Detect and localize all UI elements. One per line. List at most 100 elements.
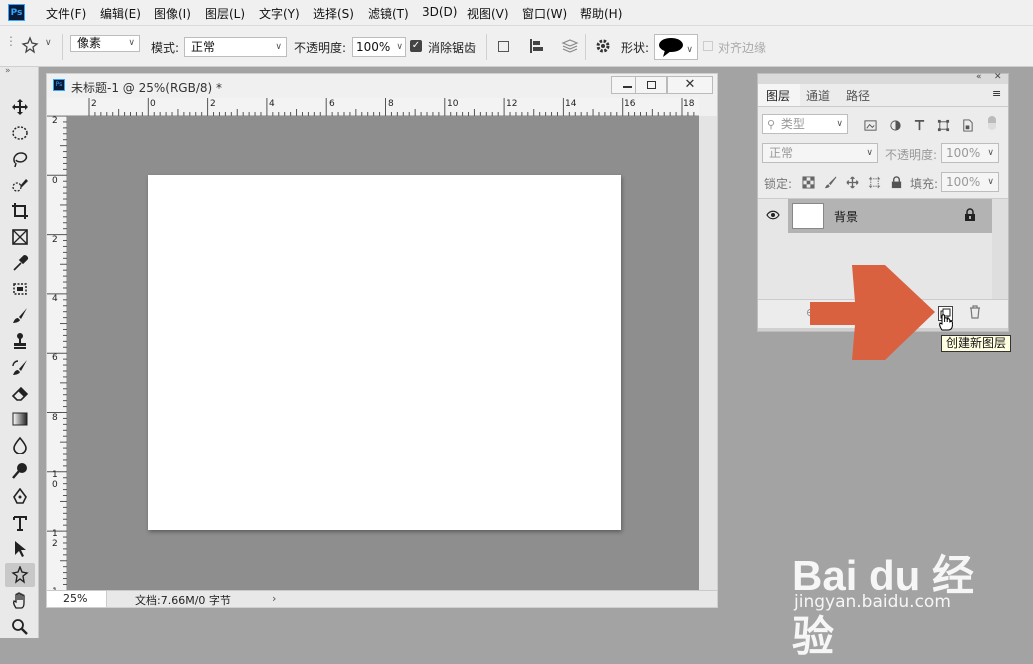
move-tool-icon[interactable] — [5, 95, 35, 119]
tab-paths[interactable]: 路径 — [846, 87, 870, 104]
layer-thumbnail — [792, 203, 824, 229]
menu-help[interactable]: 帮助(H) — [580, 5, 622, 22]
menu-type[interactable]: 文字(Y) — [259, 5, 300, 22]
frame-tool-icon[interactable] — [5, 225, 35, 249]
history-brush-icon[interactable] — [5, 355, 35, 379]
lock-pixels-icon[interactable] — [823, 175, 837, 189]
menu-3d[interactable]: 3D(D) — [422, 5, 457, 19]
tooltip: 创建新图层 — [941, 335, 1012, 352]
lock-position-icon[interactable] — [845, 175, 859, 189]
patch-tool-icon[interactable] — [5, 277, 35, 301]
vertical-ruler: 2 0 2 4 6 8 1 0 1 2 1 4 — [47, 116, 67, 607]
gear-icon[interactable] — [595, 38, 611, 57]
eyedropper-icon[interactable] — [5, 251, 35, 275]
menu-layer[interactable]: 图层(L) — [205, 5, 245, 22]
layer-opacity-label: 不透明度: — [885, 148, 938, 162]
layer-opacity-input[interactable]: 100% ∨ — [941, 143, 999, 163]
adjustment-filter-icon[interactable] — [888, 118, 902, 132]
panel-menu-icon[interactable]: ≡ — [992, 87, 1001, 100]
tool-mode-select[interactable]: 像素 ∨ — [70, 35, 140, 52]
eraser-icon[interactable] — [5, 381, 35, 405]
custom-shape-icon[interactable] — [5, 563, 35, 587]
lock-artboard-icon[interactable] — [867, 175, 881, 189]
marquee-tool-icon[interactable] — [5, 121, 35, 145]
collapse-panel-icon[interactable]: « — [976, 72, 982, 82]
maximize-button[interactable] — [635, 76, 667, 94]
zoom-tool-icon[interactable] — [5, 615, 35, 639]
grip-icon: ⋮ — [5, 34, 17, 48]
document-info[interactable]: 文档:7.66M/0 字节 — [135, 592, 231, 608]
opacity-input[interactable]: 100% ∨ — [352, 37, 406, 57]
layer-blend-mode-select[interactable]: 正常 ∨ — [762, 143, 878, 163]
menu-view[interactable]: 视图(V) — [467, 5, 509, 22]
tab-channels[interactable]: 通道 — [806, 87, 830, 104]
stamp-tool-icon[interactable] — [5, 329, 35, 353]
custom-shape-preset-icon[interactable] — [20, 36, 40, 57]
tab-layers[interactable]: 图层 — [766, 87, 790, 104]
panel-header[interactable]: « ✕ — [758, 72, 1008, 84]
align-edges-checkbox[interactable] — [703, 41, 713, 51]
lasso-tool-icon[interactable] — [5, 147, 35, 171]
watermark-url: jingyan.baidu.com — [794, 592, 951, 612]
layer-filter-select[interactable]: ⚲ 类型 ∨ — [762, 114, 848, 134]
path-alignment-icon[interactable] — [529, 38, 545, 57]
document-tab[interactable]: Ps 未标题-1 @ 25%(RGB/8) * ✕ — [47, 74, 717, 98]
divider — [62, 34, 63, 60]
menu-image[interactable]: 图像(I) — [154, 5, 191, 22]
chevron-right-icon[interactable]: › — [272, 592, 276, 605]
blur-icon[interactable] — [5, 433, 35, 457]
opacity-label: 不透明度: — [294, 41, 347, 55]
menu-edit[interactable]: 编辑(E) — [100, 5, 141, 22]
pixel-filter-icon[interactable] — [863, 118, 877, 132]
shape-filter-icon[interactable] — [936, 118, 950, 132]
type-tool-icon[interactable] — [5, 511, 35, 535]
type-filter-icon[interactable] — [912, 118, 926, 132]
lock-transparent-icon[interactable] — [801, 175, 815, 189]
fill-input[interactable]: 100% ∨ — [941, 172, 999, 192]
eye-icon[interactable] — [766, 209, 780, 223]
ruler-label: 1 0 — [52, 470, 58, 490]
gradient-icon[interactable] — [5, 407, 35, 431]
layer-row[interactable]: 背景 — [788, 199, 992, 233]
canvas-workspace[interactable] — [67, 116, 699, 590]
vertical-scrollbar[interactable] — [699, 116, 717, 590]
path-select-icon[interactable] — [5, 537, 35, 561]
path-operations-icon[interactable] — [498, 41, 509, 52]
zoom-level[interactable]: 25% — [47, 591, 107, 607]
status-bar: 25% 文档:7.66M/0 字节 › — [47, 590, 717, 607]
filter-toggle[interactable] — [988, 116, 996, 130]
collapse-toolbox-icon[interactable]: » — [5, 66, 11, 76]
trash-icon[interactable] — [968, 305, 982, 322]
crop-tool-icon[interactable] — [5, 199, 35, 223]
chevron-down-icon: ∨ — [866, 148, 873, 158]
ruler-label: 6 — [52, 353, 58, 363]
menu-file[interactable]: 文件(F) — [46, 5, 86, 22]
document-title: 未标题-1 @ 25%(RGB/8) * — [71, 81, 222, 95]
lock-all-icon[interactable] — [889, 175, 903, 189]
hand-tool-icon[interactable] — [5, 589, 35, 613]
quick-select-icon[interactable] — [5, 173, 35, 197]
document-canvas[interactable] — [148, 175, 621, 530]
lock-icon[interactable] — [964, 208, 976, 224]
shape-picker[interactable]: ∨ — [654, 34, 698, 60]
antialias-checkbox[interactable]: ✓ — [410, 40, 422, 52]
photoshop-logo[interactable]: Ps — [8, 4, 25, 21]
layers-scrollbar[interactable] — [992, 199, 1008, 299]
close-button[interactable]: ✕ — [667, 76, 713, 94]
chevron-down-icon[interactable]: ∨ — [45, 38, 52, 48]
chevron-down-icon: ∨ — [987, 177, 994, 187]
blend-mode-select[interactable]: 正常 ∨ — [184, 37, 287, 57]
baidu-watermark: Bai du 经验 jingyan.baidu.com — [792, 528, 992, 660]
path-arrangement-icon[interactable] — [561, 38, 579, 57]
pen-tool-icon[interactable] — [5, 485, 35, 509]
smart-object-filter-icon[interactable] — [960, 118, 974, 132]
ruler-label: 8 — [52, 413, 58, 423]
dodge-icon[interactable] — [5, 459, 35, 483]
close-panel-icon[interactable]: ✕ — [994, 72, 1002, 82]
menu-select[interactable]: 选择(S) — [313, 5, 354, 22]
brush-tool-icon[interactable] — [5, 303, 35, 327]
menu-window[interactable]: 窗口(W) — [522, 5, 567, 22]
layer-opacity-value: 100% — [946, 146, 981, 160]
menu-filter[interactable]: 滤镜(T) — [368, 5, 409, 22]
layer-blend-mode-value: 正常 — [769, 146, 794, 160]
